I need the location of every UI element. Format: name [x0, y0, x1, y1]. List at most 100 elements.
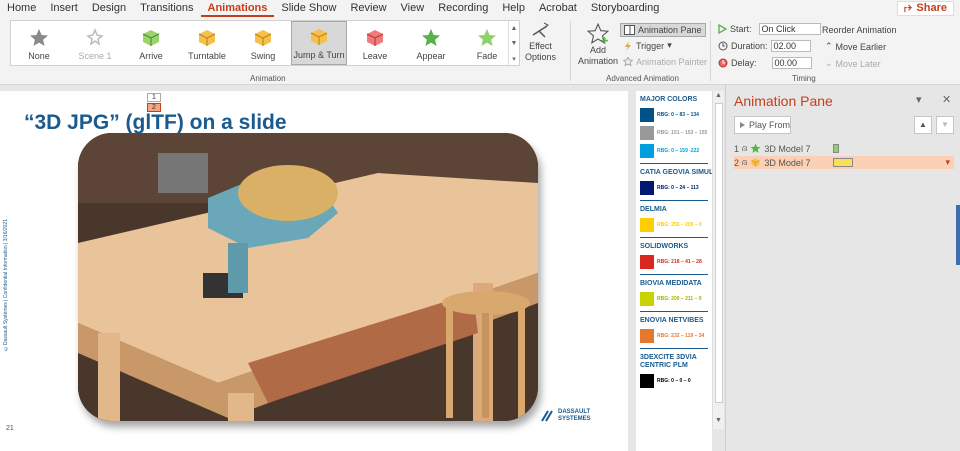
chevron-up-icon[interactable]: ▲ [511, 25, 518, 32]
delay-field[interactable]: 00.00 [771, 57, 812, 69]
effect-options-icon [532, 22, 549, 38]
scroll-thumb[interactable] [715, 103, 723, 403]
gallery-item-leave[interactable]: Leave [347, 21, 403, 65]
animation-tag-2[interactable]: 2 [147, 103, 161, 112]
animation-pane-title: Animation Pane [734, 93, 833, 109]
color-swatch [640, 292, 654, 306]
workbench-scene-illustration [78, 133, 538, 421]
gallery-item-jump-turn[interactable]: Jump & Turn [291, 21, 347, 65]
gallery-more-icon[interactable]: ▾ [512, 55, 516, 63]
tab-home[interactable]: Home [0, 0, 43, 17]
appear-star-icon [750, 143, 761, 153]
ribbon-tabs: Home Insert Design Transitions Animation… [0, 0, 960, 17]
play-from-button[interactable]: Play From [734, 116, 791, 134]
duration-field[interactable]: 02.00 [770, 40, 811, 52]
play-icon [740, 122, 745, 128]
animation-list-item[interactable]: 1 ⍝ 3D Model 7 [734, 142, 954, 155]
animation-pane-button[interactable]: Animation Pane [620, 23, 706, 37]
tab-insert[interactable]: Insert [43, 0, 85, 17]
pane-options-icon[interactable]: ▾ [916, 93, 922, 106]
animation-tag-1[interactable]: 1 [147, 93, 161, 102]
chevron-down-icon[interactable]: ▼ [511, 40, 518, 47]
swing-cube-icon [254, 30, 272, 46]
share-icon [904, 4, 913, 13]
tab-help[interactable]: Help [495, 0, 532, 17]
ribbon: None Scene 1 Arrive Turntable Swing Jump… [0, 17, 960, 85]
tab-acrobat[interactable]: Acrobat [532, 0, 584, 17]
color-swatch [640, 144, 654, 158]
move-earlier-button[interactable]: ⌃ Move Earlier [825, 41, 886, 52]
gallery-item-swing[interactable]: Swing [235, 21, 291, 65]
tab-transitions[interactable]: Transitions [133, 0, 200, 17]
gallery-item-fade[interactable]: Fade [459, 21, 515, 65]
window-edge-accent [956, 205, 960, 265]
group-label-animation: Animation [250, 74, 286, 83]
color-section: BIOVIA MEDIDATA RBG: 200 – 211 – 0 [636, 275, 712, 312]
share-label: Share [916, 2, 947, 14]
tab-design[interactable]: Design [85, 0, 133, 17]
color-swatch-row: RBG: 200 – 211 – 0 [640, 292, 712, 306]
scroll-up-icon[interactable]: ▲ [715, 92, 722, 99]
trigger-button[interactable]: Trigger ▾ [623, 40, 672, 51]
reorder-animation-label: Reorder Animation [822, 25, 897, 35]
animation-gallery: None Scene 1 Arrive Turntable Swing Jump… [10, 20, 520, 67]
slide-scrollbar[interactable]: ▲ ▼ [712, 91, 724, 429]
move-down-button: ▼ [936, 116, 954, 134]
brand-colors-panel: MAJOR COLORS RBG: 0 – 83 – 134 RBG: 151 … [636, 91, 712, 451]
color-swatch-row: RBG: 255 – 205 – 0 [640, 218, 712, 232]
ribbon-separator [710, 21, 711, 81]
animation-tags: 1 2 [147, 93, 163, 113]
arrive-cube-icon [142, 30, 160, 46]
appear-star-icon [422, 29, 440, 46]
effect-options-button[interactable]: Effect Options [525, 21, 556, 63]
slide-gap [628, 91, 636, 451]
gallery-item-none[interactable]: None [11, 21, 67, 65]
color-swatch [640, 181, 654, 195]
gallery-item-appear[interactable]: Appear [403, 21, 459, 65]
jump-turn-cube-icon [310, 29, 328, 45]
gallery-item-scene-1: Scene 1 [67, 21, 123, 65]
color-section: CATIA GEOVIA SIMULIA RBG: 0 – 24 – 113 [636, 164, 712, 201]
tab-storyboarding[interactable]: Storyboarding [584, 0, 667, 17]
turntable-cube-icon [198, 30, 216, 46]
close-icon[interactable]: ✕ [942, 93, 951, 106]
timeline-bar[interactable] [833, 144, 840, 153]
move-up-button[interactable]: ▲ [914, 116, 932, 134]
animation-painter-button: Animation Painter [623, 57, 707, 67]
add-animation-button[interactable]: Add Animation [578, 23, 618, 67]
ds-logo-icon [541, 410, 553, 422]
chevron-down-icon: ▾ [667, 40, 672, 50]
mouse-click-icon: ⍝ [742, 143, 748, 153]
chevron-up-icon: ⌃ [825, 41, 833, 51]
color-swatch [640, 218, 654, 232]
scroll-down-icon[interactable]: ▼ [715, 417, 722, 424]
clock-icon [718, 41, 728, 51]
color-swatch-row: RBG: 232 – 119 – 34 [640, 329, 712, 343]
tab-recording[interactable]: Recording [431, 0, 495, 17]
color-swatch [640, 329, 654, 343]
slide-canvas[interactable]: “3D JPG” (glTF) on a slide ©Dassault Sys… [0, 91, 628, 451]
star-gray-icon [30, 29, 48, 46]
3d-model-image[interactable] [78, 133, 538, 421]
tab-animations[interactable]: Animations [200, 0, 275, 17]
tab-slide-show[interactable]: Slide Show [274, 0, 343, 17]
gallery-item-turntable[interactable]: Turntable [179, 21, 235, 65]
timeline-bar[interactable] [833, 158, 854, 167]
share-button[interactable]: Share [897, 1, 954, 16]
chevron-down-icon[interactable]: ▾ [945, 157, 954, 168]
gallery-scroll[interactable]: ▲ ▼ ▾ [508, 21, 519, 67]
animation-pane: Animation Pane ▾ ✕ Play From ▲ ▼ 1 ⍝ 3D … [725, 85, 960, 451]
animation-list-item-selected[interactable]: 2 ⍝ 3D Model 7 ▾ [734, 156, 954, 169]
tab-review[interactable]: Review [343, 0, 393, 17]
animation-pane-icon [624, 25, 635, 35]
play-icon [718, 24, 727, 34]
lightning-icon [625, 40, 631, 51]
ribbon-separator [570, 21, 571, 81]
color-section: MAJOR COLORS RBG: 0 – 83 – 134 RBG: 151 … [636, 91, 712, 164]
gallery-item-arrive[interactable]: Arrive [123, 21, 179, 65]
slide-title[interactable]: “3D JPG” (glTF) on a slide [24, 111, 287, 135]
color-swatch-row: RBG: 151 – 153 – 155 [640, 126, 712, 140]
dassault-logo: DASSAULT SYSTEMES [540, 409, 591, 423]
tab-view[interactable]: View [394, 0, 432, 17]
start-dropdown[interactable]: On Click [758, 23, 821, 35]
